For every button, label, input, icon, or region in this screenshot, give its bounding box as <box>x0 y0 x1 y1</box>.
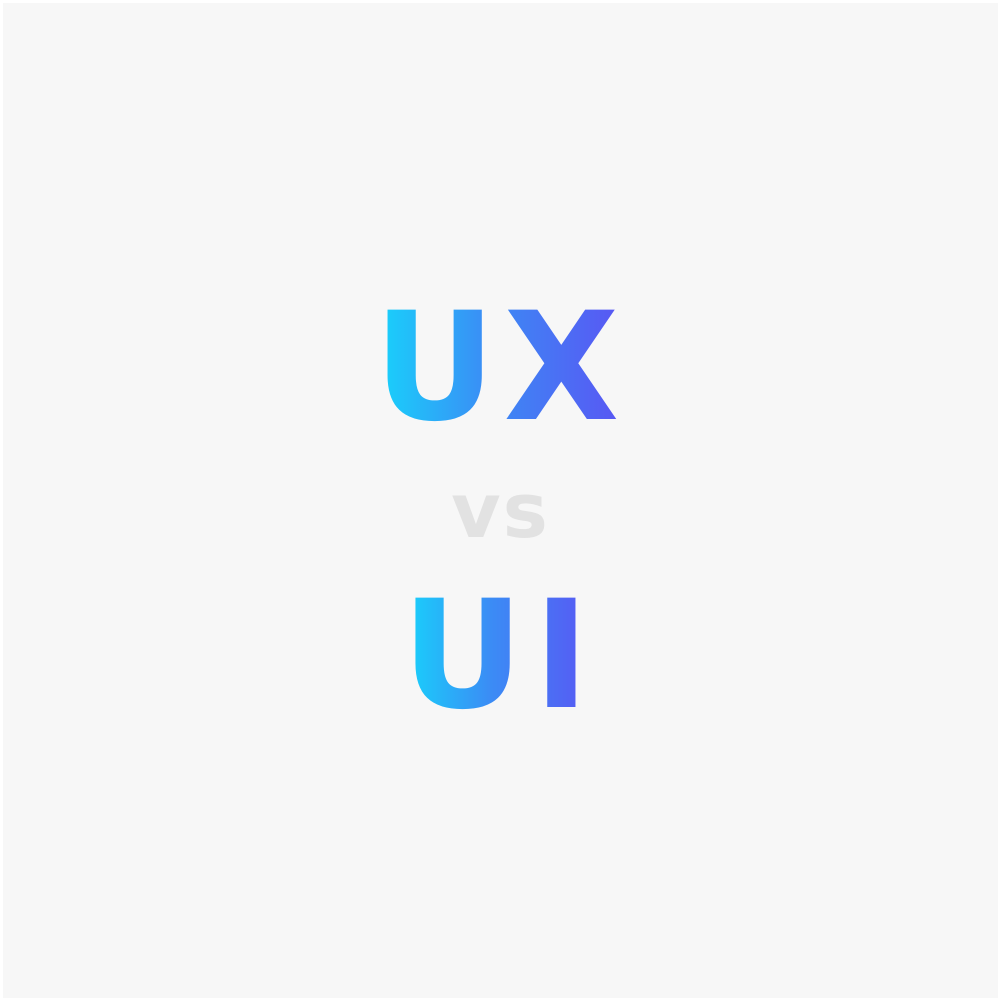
ui-text: UI <box>401 569 600 743</box>
vs-separator: vs <box>451 466 550 555</box>
ui-word: UI <box>3 581 998 731</box>
ux-word: UX <box>3 293 998 443</box>
graphic-canvas: UX vs UI <box>3 3 998 998</box>
ux-text: UX <box>373 281 628 455</box>
